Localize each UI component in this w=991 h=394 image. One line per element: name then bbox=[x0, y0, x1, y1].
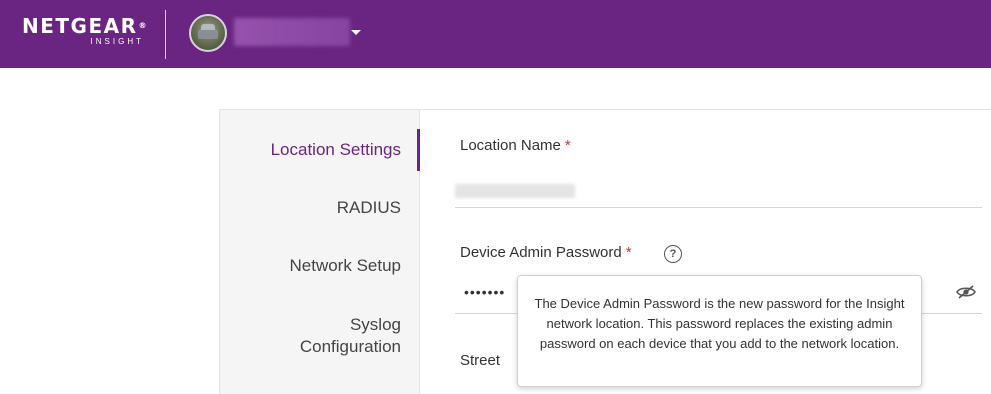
header-divider bbox=[165, 10, 166, 59]
sidebar-item-radius[interactable]: RADIUS bbox=[337, 197, 401, 219]
location-name-label: Location Name * bbox=[460, 137, 571, 154]
netgear-insight-logo[interactable]: NETGEAR® INSIGHT bbox=[22, 15, 148, 47]
sidebar-item-label-line2: Configuration bbox=[299, 337, 401, 356]
settings-sidebar: Location Settings RADIUS Network Setup S… bbox=[219, 109, 420, 394]
device-admin-password-input[interactable]: ••••••• bbox=[464, 284, 505, 300]
sidebar-item-network-setup[interactable]: Network Setup bbox=[290, 255, 402, 277]
street-label: Street bbox=[460, 352, 501, 369]
logo-registered-mark: ® bbox=[138, 21, 148, 30]
location-name-underline bbox=[455, 207, 982, 208]
avatar-icon[interactable] bbox=[189, 14, 227, 52]
password-help-tooltip: The Device Admin Password is the new pas… bbox=[517, 275, 922, 387]
tooltip-bold-term: Device Admin Password bbox=[560, 296, 701, 311]
device-admin-password-label: Device Admin Password * bbox=[460, 244, 632, 261]
sidebar-item-location-settings[interactable]: Location Settings bbox=[271, 139, 401, 161]
location-name-input[interactable] bbox=[455, 184, 575, 198]
sidebar-item-label-line1: Syslog bbox=[349, 315, 401, 334]
eye-slash-icon[interactable] bbox=[955, 284, 977, 305]
logo-sub: INSIGHT bbox=[90, 37, 144, 46]
help-icon[interactable]: ? bbox=[664, 245, 682, 263]
required-mark: * bbox=[564, 137, 571, 154]
sidebar-item-syslog-configuration[interactable]: Syslog Configuration bbox=[300, 314, 401, 358]
required-mark: * bbox=[625, 244, 632, 261]
organization-name-redacted[interactable] bbox=[234, 18, 350, 46]
logo-brand: NETGEAR® bbox=[22, 14, 148, 38]
caret-down-icon[interactable] bbox=[351, 30, 361, 35]
top-header: NETGEAR® INSIGHT bbox=[0, 0, 991, 68]
